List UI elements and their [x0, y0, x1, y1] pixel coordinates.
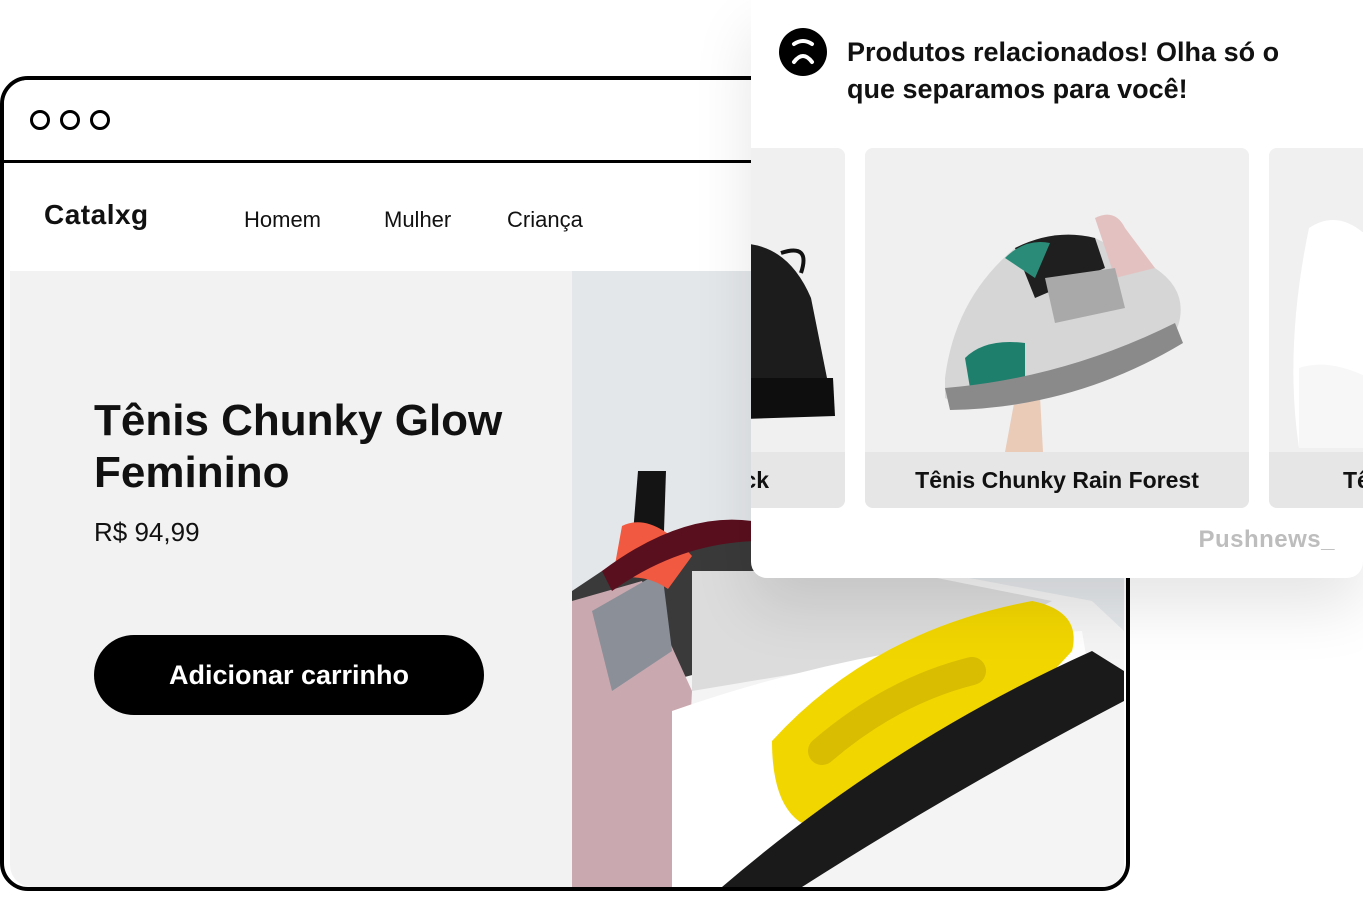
related-product-card[interactable]: Tê [1269, 148, 1363, 508]
product-card-label: Tê [1269, 452, 1363, 508]
product-title: Tênis Chunky Glow Feminino [94, 396, 503, 497]
product-card-label: Tênis Chunky Rain Forest [865, 452, 1249, 508]
rain-forest-sneaker-image [865, 148, 1249, 452]
related-product-card[interactable]: ck [751, 148, 845, 508]
nav-link-homem[interactable]: Homem [244, 207, 321, 233]
window-maximize-button[interactable] [90, 110, 110, 130]
catalog-brand-icon [779, 28, 827, 76]
related-products-notification: Produtos relacionados! Olha só o que sep… [751, 0, 1363, 578]
nav-link-crianca[interactable]: Criança [507, 207, 583, 233]
pushnews-brand-logo: Pushnews_ [1198, 526, 1335, 553]
store-logo[interactable]: Catalxg [44, 199, 149, 231]
product-card-label: ck [751, 452, 845, 508]
window-minimize-button[interactable] [60, 110, 80, 130]
related-product-card[interactable]: Tênis Chunky Rain Forest [865, 148, 1249, 508]
black-sneaker-image [751, 148, 845, 452]
white-sneaker-image [1269, 148, 1363, 452]
notification-title: Produtos relacionados! Olha só o que sep… [847, 37, 1280, 104]
add-to-cart-button[interactable]: Adicionar carrinho [94, 635, 484, 715]
product-price: R$ 94,99 [94, 517, 200, 547]
window-close-button[interactable] [30, 110, 50, 130]
nav-link-mulher[interactable]: Mulher [384, 207, 451, 233]
